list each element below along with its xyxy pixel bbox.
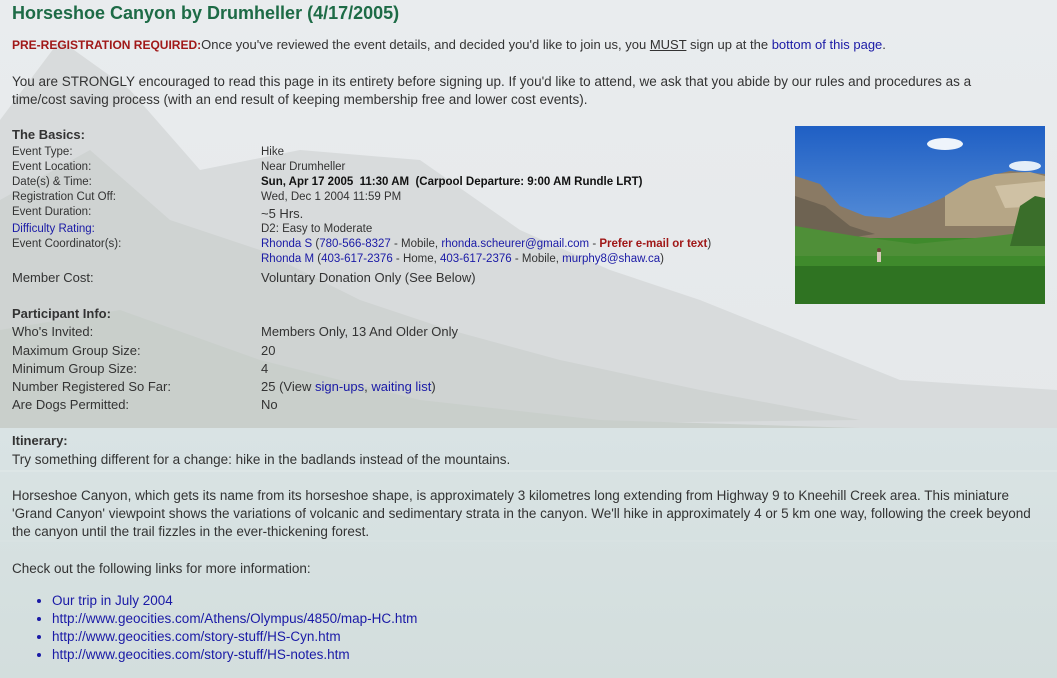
list-item: Our trip in July 2004 — [52, 592, 417, 610]
registered-label: Number Registered So Far: — [12, 379, 171, 394]
coordinator-1-email-link[interactable]: rhonda.scheurer@gmail.com — [441, 238, 589, 250]
participant-info-heading: Participant Info: — [12, 306, 111, 321]
member-cost-label: Member Cost: — [12, 270, 94, 285]
event-duration-label: Event Duration: — [12, 206, 92, 218]
bottom-of-page-link[interactable]: bottom of this page — [772, 37, 883, 52]
pre-registration-text-2: sign up at the — [686, 37, 772, 52]
max-group-value: 20 — [261, 343, 276, 358]
coordinator-1-name-link[interactable]: Rhonda S — [261, 238, 312, 250]
list-item: http://www.geocities.com/story-stuff/HS-… — [52, 646, 417, 664]
itinerary-paragraph-3: Check out the following links for more i… — [12, 561, 311, 576]
link-hs-cyn[interactable]: http://www.geocities.com/story-stuff/HS-… — [52, 629, 341, 644]
coordinator-1-preference: Prefer e-mail or text — [599, 238, 708, 250]
coordinator-2-phone1-type: - Home, — [392, 253, 441, 265]
coordinator-1: Rhonda S (780-566-8327 - Mobile, rhonda.… — [261, 238, 712, 250]
coordinator-1-separator: - — [589, 238, 600, 250]
max-group-label: Maximum Group Size: — [12, 343, 141, 358]
whos-invited-value: Members Only, 13 And Older Only — [261, 324, 459, 339]
itinerary-paragraph-2: Horseshoe Canyon, which gets its name fr… — [12, 488, 1031, 539]
registration-cutoff-value: Wed, Dec 1 2004 11:59 PM — [261, 191, 402, 203]
list-item: http://www.geocities.com/Athens/Olympus/… — [52, 610, 417, 628]
difficulty-rating-link[interactable]: Difficulty Rating: — [12, 223, 95, 235]
page-title: Horseshoe Canyon by Drumheller (4/17/200… — [12, 3, 400, 23]
pre-registration-period: . — [882, 37, 886, 52]
coordinator-2-name-link[interactable]: Rhonda M — [261, 253, 314, 265]
difficulty-value: D2: Easy to Moderate — [261, 223, 373, 235]
basics-heading: The Basics: — [12, 127, 85, 142]
whos-invited-label: Who's Invited: — [12, 324, 94, 339]
coordinator-2-email-link[interactable]: murphy8@shaw.ca — [562, 253, 660, 265]
link-map-hc[interactable]: http://www.geocities.com/Athens/Olympus/… — [52, 611, 417, 626]
date-time-label: Date(s) & Time: — [12, 176, 92, 188]
itinerary-heading: Itinerary: — [12, 433, 68, 448]
link-hs-notes[interactable]: http://www.geocities.com/story-stuff/HS-… — [52, 647, 350, 662]
date-time-value: Sun, Apr 17 2005 11:30 AM (Carpool Depar… — [261, 176, 643, 188]
member-cost-value: Voluntary Donation Only (See Below) — [261, 270, 476, 285]
dogs-label: Are Dogs Permitted: — [12, 397, 130, 412]
pre-registration-text: Once you've reviewed the event details, … — [201, 37, 650, 52]
event-location-label: Event Location: — [12, 161, 92, 173]
pre-registration-notice: PRE-REGISTRATION REQUIRED:Once you've re… — [12, 37, 1047, 52]
coordinator-1-phone-type: - Mobile, — [390, 238, 442, 250]
link-trip-july-2004[interactable]: Our trip in July 2004 — [52, 593, 173, 608]
must-emphasis: MUST — [649, 37, 687, 52]
event-location-value: Near Drumheller — [261, 161, 346, 173]
event-type-label: Event Type: — [12, 146, 73, 158]
info-links-list: Our trip in July 2004 http://www.geociti… — [12, 592, 417, 664]
horseshoe-canyon-photo — [795, 126, 1045, 304]
registration-cutoff-label: Registration Cut Off: — [12, 191, 116, 203]
coordinator-1-phone-link[interactable]: 780-566-8327 — [319, 238, 391, 250]
list-item: http://www.geocities.com/story-stuff/HS-… — [52, 628, 417, 646]
min-group-label: Minimum Group Size: — [12, 361, 137, 376]
pre-registration-label: PRE-REGISTRATION REQUIRED: — [12, 38, 202, 52]
itinerary-paragraph-1: Try something different for a change: hi… — [12, 452, 511, 467]
coordinator-2-phone2-link[interactable]: 403-617-2376 — [440, 253, 512, 265]
coordinator-label: Event Coordinator(s): — [12, 238, 122, 250]
min-group-value: 4 — [261, 361, 269, 376]
event-type-value: Hike — [261, 146, 285, 158]
registered-value: 25 (View sign-ups, waiting list) — [261, 379, 436, 394]
coordinator-2-phone2-type: - Mobile, — [511, 253, 563, 265]
coordinator-2-phone1-link[interactable]: 403-617-2376 — [321, 253, 393, 265]
coordinator-2: Rhonda M (403-617-2376 - Home, 403-617-2… — [261, 253, 664, 265]
registered-count: 25 (View — [261, 379, 315, 394]
sign-ups-link[interactable]: sign-ups — [315, 379, 364, 394]
waiting-list-link[interactable]: waiting list — [371, 379, 431, 394]
strongly-encouraged-notice: You are STRONGLY encouraged to read this… — [12, 74, 972, 107]
event-duration-value: ~5 Hrs. — [261, 206, 304, 221]
dogs-value: No — [261, 397, 278, 412]
